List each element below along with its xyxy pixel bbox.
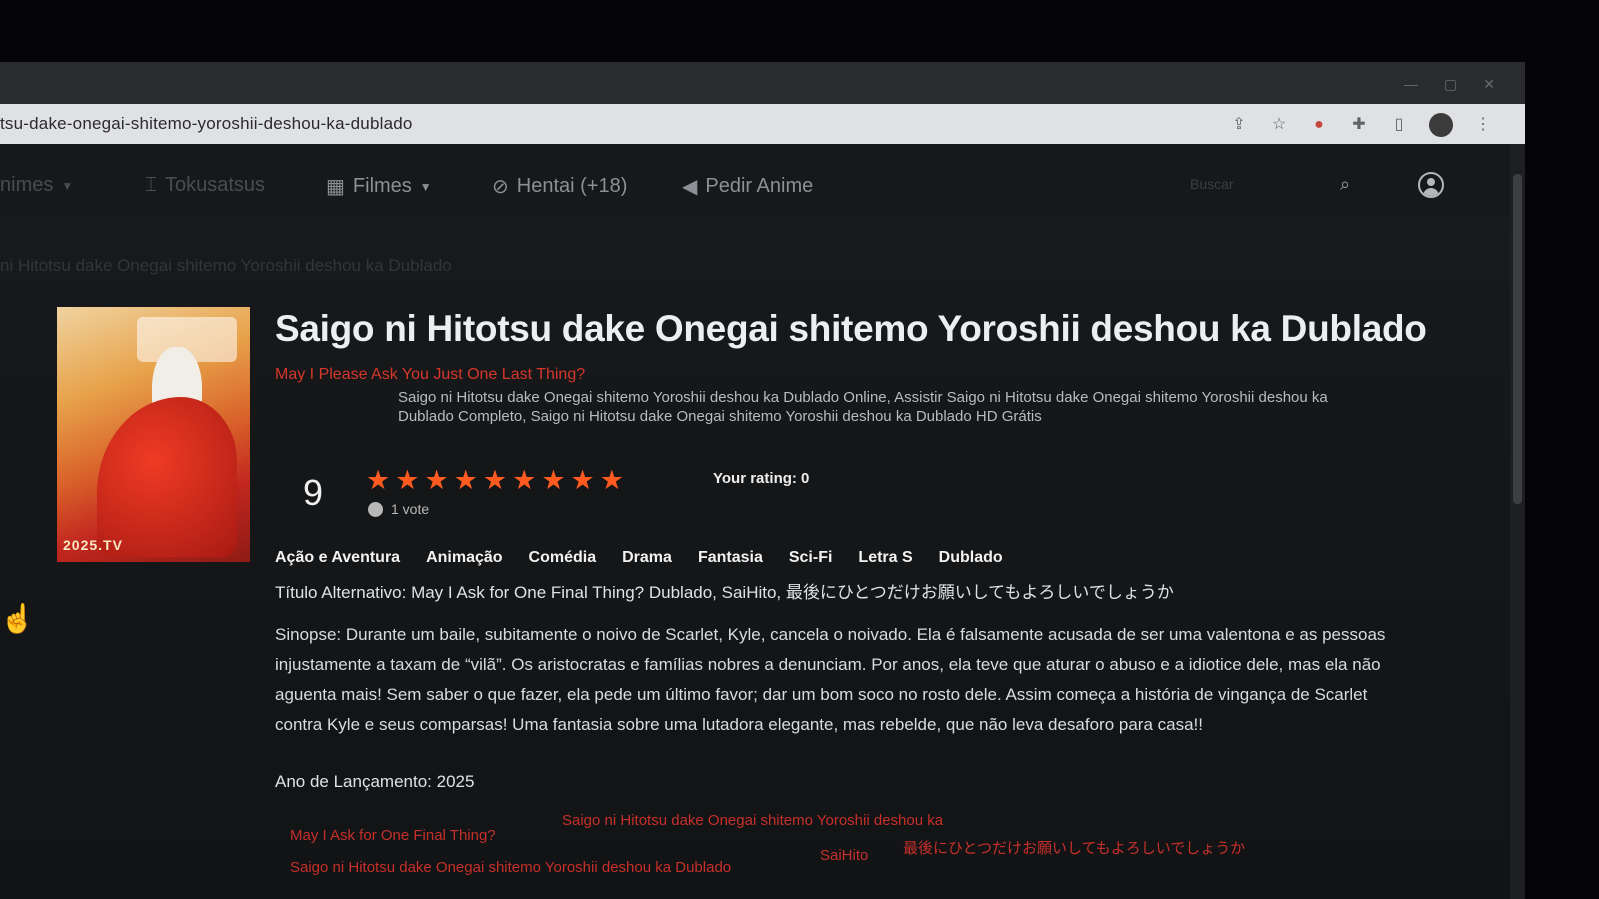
- genre-link[interactable]: Letra S: [858, 549, 912, 567]
- nav-item-label: Hentai (+18): [516, 175, 628, 197]
- nav-item-label: Tokusatsus: [165, 174, 266, 196]
- genre-list: Ação e Aventura Animação Comédia Drama F…: [275, 549, 1003, 567]
- genre-link[interactable]: Fantasia: [698, 549, 763, 567]
- tag-link[interactable]: May I Ask for One Final Thing?: [290, 827, 496, 844]
- genre-link[interactable]: Animação: [426, 549, 502, 567]
- scrollbar[interactable]: [1510, 144, 1525, 899]
- star-icon[interactable]: ★: [395, 466, 419, 494]
- tab-strip: — ▢ ✕: [0, 62, 1525, 104]
- rating-stars[interactable]: ★ ★ ★ ★ ★ ★ ★ ★ ★: [366, 466, 624, 494]
- site-navigation: nimes ▼ ⌶ Tokusatsus ▦ Filmes ▼ ⊘ Hentai…: [0, 144, 1510, 216]
- browser-window: — ▢ ✕ tsu-dake-onegai-shitemo-yoroshii-d…: [0, 62, 1525, 899]
- chevron-down-icon: ▼: [419, 179, 432, 194]
- vote-count: 1 vote: [368, 501, 429, 517]
- search-input[interactable]: Buscar: [1190, 176, 1234, 192]
- hand-cursor-icon: ☝: [0, 603, 35, 634]
- nav-item-hentai[interactable]: ⊘ Hentai (+18): [492, 174, 627, 199]
- tag-link[interactable]: Saigo ni Hitotsu dake Onegai shitemo Yor…: [562, 812, 943, 829]
- star-icon[interactable]: ☆: [1269, 115, 1289, 135]
- synopsis: Sinopse: Durante um baile, subitamente o…: [275, 625, 1386, 734]
- tokusatsu-icon: ⌶: [145, 174, 157, 196]
- profile-icon[interactable]: [1429, 113, 1453, 137]
- star-icon[interactable]: ★: [483, 466, 507, 494]
- extension-icon[interactable]: ●: [1309, 115, 1329, 135]
- genre-link[interactable]: Ação e Aventura: [275, 549, 400, 567]
- nav-item-pedir-anime[interactable]: ◀ Pedir Anime: [682, 174, 813, 199]
- poster-caption: 2025.TV: [63, 537, 123, 553]
- page-title: Saigo ni Hitotsu dake Onegai shitemo Yor…: [275, 308, 1427, 349]
- window-controls: — ▢ ✕: [1404, 76, 1495, 93]
- star-icon[interactable]: ★: [571, 466, 595, 494]
- film-icon: ▦: [326, 176, 345, 198]
- toolbar-icons: ⇪ ☆ ● ✚ ▯ ⋮: [1229, 113, 1493, 137]
- nav-item-label: Filmes: [352, 175, 412, 197]
- scrollbar-thumb[interactable]: [1513, 174, 1522, 504]
- nav-item-label: Pedir Anime: [705, 175, 814, 197]
- chevron-down-icon: ▼: [61, 178, 74, 193]
- menu-icon[interactable]: ⋮: [1473, 115, 1493, 135]
- megaphone-icon: ◀: [682, 176, 698, 198]
- star-icon[interactable]: ★: [512, 466, 536, 494]
- genre-link[interactable]: Comédia: [529, 549, 597, 567]
- star-icon[interactable]: ★: [600, 466, 624, 494]
- genre-link[interactable]: Drama: [622, 549, 672, 567]
- star-icon[interactable]: ★: [541, 466, 565, 494]
- address-bar[interactable]: tsu-dake-onegai-shitemo-yoroshii-deshou-…: [0, 104, 1525, 145]
- user-icon: [368, 501, 383, 517]
- share-icon[interactable]: ⇪: [1229, 115, 1249, 135]
- nav-item-animes[interactable]: nimes ▼: [0, 174, 73, 197]
- user-account-icon[interactable]: [1418, 172, 1444, 198]
- nav-item-tokusatsus[interactable]: ⌶ Tokusatsus: [145, 174, 265, 197]
- tag-link[interactable]: Saigo ni Hitotsu dake Onegai shitemo Yor…: [290, 859, 731, 876]
- rating-score: 9: [303, 472, 324, 513]
- genre-link[interactable]: Dublado: [939, 549, 1003, 567]
- nav-item-filmes[interactable]: ▦ Filmes ▼: [326, 174, 432, 199]
- english-title: May I Please Ask You Just One Last Thing…: [275, 366, 586, 383]
- tag-link[interactable]: SaiHito: [820, 847, 868, 864]
- no-entry-icon: ⊘: [492, 176, 509, 198]
- alternative-title: Título Alternativo: May I Ask for One Fi…: [275, 583, 1174, 602]
- your-rating: Your rating: 0: [713, 470, 810, 487]
- close-icon[interactable]: ✕: [1483, 76, 1495, 93]
- seo-description: Saigo ni Hitotsu dake Onegai shitemo Yor…: [398, 389, 1328, 425]
- vote-count-label: 1 vote: [391, 501, 430, 517]
- release-year: Ano de Lançamento: 2025: [275, 772, 475, 791]
- breadcrumb: ni Hitotsu dake Onegai shitemo Yoroshii …: [0, 256, 452, 275]
- poster-dress: [97, 397, 237, 557]
- genre-link[interactable]: Sci-Fi: [789, 549, 833, 567]
- nav-item-label: nimes: [0, 174, 54, 196]
- maximize-icon[interactable]: ▢: [1444, 76, 1457, 93]
- star-icon[interactable]: ★: [454, 466, 478, 494]
- tag-link[interactable]: 最後にひとつだけお願いしてもよろしいでしょうか: [903, 837, 1245, 858]
- minimize-icon[interactable]: —: [1404, 76, 1418, 93]
- anime-poster: 2025.TV: [57, 307, 250, 562]
- star-icon[interactable]: ★: [424, 466, 448, 494]
- sidepanel-icon[interactable]: ▯: [1389, 115, 1409, 135]
- search-icon[interactable]: ⌕: [1340, 174, 1350, 195]
- star-icon[interactable]: ★: [366, 466, 390, 494]
- url-text[interactable]: tsu-dake-onegai-shitemo-yoroshii-deshou-…: [0, 114, 413, 134]
- puzzle-icon[interactable]: ✚: [1349, 115, 1369, 135]
